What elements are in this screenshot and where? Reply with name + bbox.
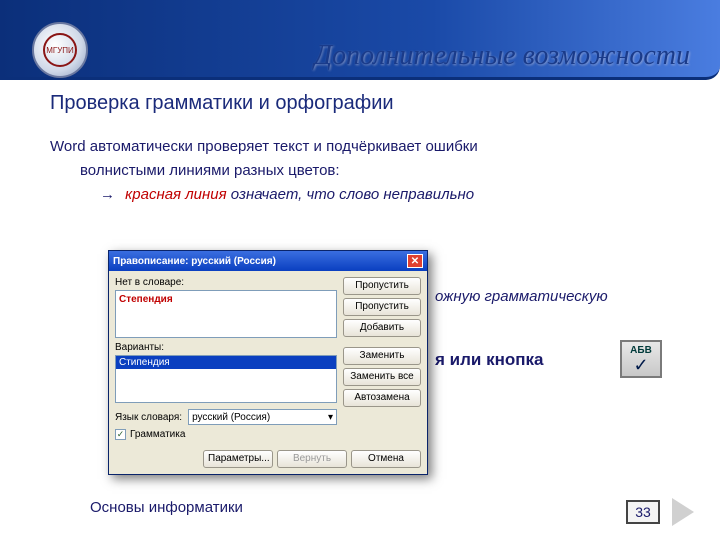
replace-all-button[interactable]: Заменить все — [343, 368, 421, 386]
checkmark-icon: ✓ — [633, 356, 648, 374]
autocorrect-button[interactable]: Автозамена — [343, 389, 421, 407]
dialog-title: Правописание: русский (Россия) — [113, 256, 276, 267]
dialog-right-panel: Пропустить Пропустить все Добавить Замен… — [343, 277, 421, 440]
content-area: Проверка грамматики и орфографии Word ав… — [50, 92, 690, 207]
spellcheck-toolbar-icon[interactable]: АБВ ✓ — [620, 340, 662, 378]
logo-inner: МГУПИ — [43, 33, 77, 67]
logo: МГУПИ — [32, 22, 88, 78]
arrow-icon: → — [100, 186, 115, 203]
slide-title: Дополнительные возможности — [314, 40, 690, 72]
spelling-dialog: Правописание: русский (Россия) ✕ Нет в с… — [108, 250, 428, 475]
intro-line: Word автоматически проверяет текст и под… — [50, 135, 690, 159]
variants-listbox[interactable]: Стипендия — [115, 355, 337, 403]
close-button[interactable]: ✕ — [407, 254, 423, 268]
misspelled-word: Степендия — [119, 294, 173, 305]
dialog-titlebar[interactable]: Правописание: русский (Россия) ✕ — [109, 251, 427, 271]
red-line-label: красная линия — [125, 186, 226, 203]
add-button[interactable]: Добавить — [343, 319, 421, 337]
grammar-checkbox-row[interactable]: ✓ Грамматика — [115, 429, 337, 440]
next-arrow-icon[interactable] — [672, 498, 694, 526]
grammar-checkbox[interactable]: ✓ — [115, 429, 126, 440]
dialog-bottom-buttons: Параметры... Вернуть Отмена — [109, 446, 427, 474]
skip-button[interactable]: Пропустить — [343, 277, 421, 295]
label-variants: Варианты: — [115, 342, 337, 353]
dialog-left-panel: Нет в словаре: Степендия Варианты: Стипе… — [115, 277, 337, 440]
label-language: Язык словаря: — [115, 412, 182, 423]
wavy-lines-text: волнистыми линиями разных цветов: — [80, 159, 690, 183]
cancel-button[interactable]: Отмена — [351, 450, 421, 468]
undo-button: Вернуть — [277, 450, 347, 468]
language-select[interactable]: русский (Россия) ▾ — [188, 409, 337, 425]
page-number: 33 — [626, 500, 660, 524]
language-value: русский (Россия) — [192, 412, 270, 423]
partial-text-grammar: ожную грамматическую — [435, 288, 608, 305]
label-not-in-dict: Нет в словаре: — [115, 277, 337, 288]
bullet-red-line: → красная линия означает, что слово непр… — [100, 183, 690, 207]
replace-button[interactable]: Заменить — [343, 347, 421, 365]
section-subtitle: Проверка грамматики и орфографии — [50, 92, 690, 115]
abv-label: АБВ — [630, 345, 652, 356]
body-text: Word автоматически проверяет текст и под… — [50, 135, 690, 207]
dialog-body: Нет в словаре: Степендия Варианты: Стипе… — [109, 271, 427, 446]
grammar-checkbox-label: Грамматика — [130, 429, 185, 440]
suggestion-selected[interactable]: Стипендия — [116, 356, 336, 369]
language-row: Язык словаря: русский (Россия) ▾ — [115, 409, 337, 425]
partial-text-button: я или кнопка — [435, 350, 543, 370]
footer-text: Основы информатики — [90, 499, 243, 516]
skip-all-button[interactable]: Пропустить все — [343, 298, 421, 316]
params-button[interactable]: Параметры... — [203, 450, 273, 468]
chevron-down-icon: ▾ — [328, 412, 333, 423]
not-in-dict-textbox[interactable]: Степендия — [115, 290, 337, 338]
close-icon: ✕ — [411, 256, 419, 267]
red-line-rest: означает, что слово неправильно — [227, 186, 474, 203]
